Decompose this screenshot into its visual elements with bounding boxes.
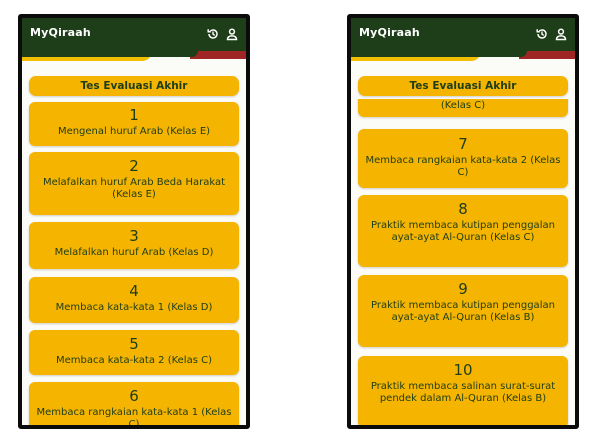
lesson-number: 3: [129, 227, 139, 245]
lesson-number: 5: [129, 335, 139, 353]
lesson-button-9[interactable]: 9 Praktik membaca kutipan penggalan ayat…: [358, 275, 568, 347]
history-icon[interactable]: [206, 27, 220, 41]
lesson-number: 8: [458, 200, 468, 218]
header-accent-red: [190, 51, 246, 59]
lesson-number: 2: [129, 157, 139, 175]
header-accent-red: [519, 51, 575, 59]
person-icon[interactable]: [225, 27, 239, 41]
lesson-button-6-partial[interactable]: (Kelas C): [358, 99, 568, 117]
app-title: MyQiraah: [30, 26, 91, 39]
phone-screen-left: MyQiraah Tes Evaluasi Akhir 1 Mengenal h…: [18, 14, 250, 429]
lesson-number: 10: [453, 361, 473, 379]
lesson-button-1[interactable]: 1 Mengenal huruf Arab (Kelas E): [29, 102, 239, 146]
lesson-number: 1: [129, 106, 139, 124]
lesson-label: Membaca rangkaian kata-kata 2 (Kelas C): [365, 155, 561, 178]
lesson-label: Melafalkan huruf Arab (Kelas D): [54, 247, 214, 258]
lesson-number: 6: [129, 387, 139, 405]
app-bar: MyQiraah: [22, 18, 246, 51]
lesson-button-10[interactable]: 10 Praktik membaca salinan surat-surat p…: [358, 356, 568, 425]
app-title: MyQiraah: [359, 26, 420, 39]
lesson-number: 4: [129, 282, 139, 300]
lesson-button-6[interactable]: 6 Membaca rangkaian kata-kata 1 (Kelas C…: [29, 382, 239, 429]
lesson-label: Membaca rangkaian kata-kata 1 (Kelas C): [36, 407, 232, 429]
lesson-button-2[interactable]: 2 Melafalkan huruf Arab Beda Harakat (Ke…: [29, 152, 239, 215]
lesson-label: Praktik membaca kutipan penggalan ayat-a…: [371, 220, 555, 243]
lesson-button-7[interactable]: 7 Membaca rangkaian kata-kata 2 (Kelas C…: [358, 129, 568, 188]
lesson-list-scroll[interactable]: (Kelas C) 7 Membaca rangkaian kata-kata …: [351, 99, 575, 425]
lesson-label: (Kelas C): [440, 100, 486, 111]
lesson-button-5[interactable]: 5 Membaca kata-kata 2 (Kelas C): [29, 330, 239, 375]
lesson-label: Membaca kata-kata 1 (Kelas D): [55, 302, 213, 313]
person-icon[interactable]: [554, 27, 568, 41]
lesson-label: Mengenal huruf Arab (Kelas E): [57, 126, 211, 137]
phone-screen-right: MyQiraah Tes Evaluasi Akhir (Kelas C) 7 …: [347, 14, 579, 429]
header-accent-green: [22, 51, 198, 57]
lesson-button-8[interactable]: 8 Praktik membaca kutipan penggalan ayat…: [358, 195, 568, 267]
lesson-button-4[interactable]: 4 Membaca kata-kata 1 (Kelas D): [29, 277, 239, 323]
lesson-label: Praktik membaca salinan surat-surat pend…: [370, 381, 556, 404]
final-evaluation-button[interactable]: Tes Evaluasi Akhir: [29, 76, 239, 96]
app-bar: MyQiraah: [351, 18, 575, 51]
header-accent-green: [351, 51, 527, 57]
lesson-button-3[interactable]: 3 Melafalkan huruf Arab (Kelas D): [29, 222, 239, 269]
lesson-label: Melafalkan huruf Arab Beda Harakat (Kela…: [42, 177, 226, 200]
lesson-label: Praktik membaca kutipan penggalan ayat-a…: [371, 300, 555, 323]
lesson-number: 9: [458, 280, 468, 298]
lesson-label: Membaca kata-kata 2 (Kelas C): [55, 355, 212, 366]
final-evaluation-button[interactable]: Tes Evaluasi Akhir: [358, 76, 568, 96]
lesson-number: 7: [458, 135, 468, 153]
history-icon[interactable]: [535, 27, 549, 41]
